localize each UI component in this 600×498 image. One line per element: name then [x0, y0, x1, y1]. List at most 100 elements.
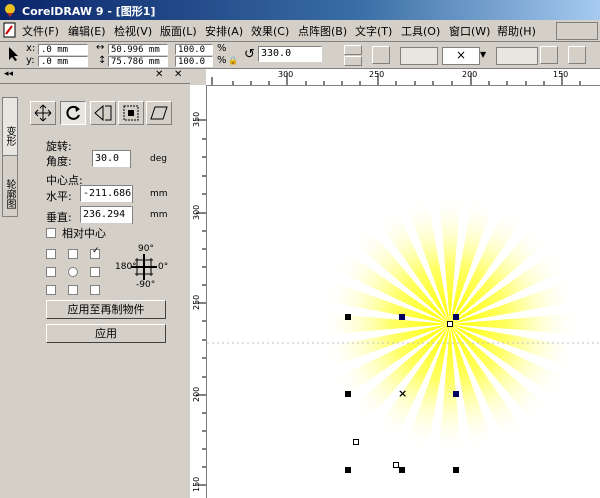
height-field[interactable]: 75.786 mm [108, 56, 168, 67]
tab-contour[interactable]: 轮廓图 [2, 155, 18, 217]
menu-arrange[interactable]: 安排(A) [205, 23, 243, 39]
horizontal-stepper[interactable] [132, 185, 145, 203]
horizontal-input[interactable]: -211.686 [80, 185, 132, 202]
document-icon[interactable] [3, 22, 17, 38]
horizontal-ruler[interactable]: 300 250 200 150 [206, 69, 600, 86]
selection-handle[interactable] [345, 391, 351, 397]
wrap-text-button[interactable] [568, 46, 586, 64]
outline-style-dropdown[interactable]: × [442, 47, 480, 65]
scale-y-field[interactable]: 100.0 [175, 56, 213, 67]
tab-contour-label: 轮廓图 [4, 179, 15, 209]
mirror-horizontal-button[interactable] [344, 45, 362, 55]
ruler-tick-200: 200 [462, 70, 478, 79]
width-arrow-icon: ↔ [96, 42, 105, 53]
menu-window[interactable]: 窗口(W) [449, 23, 490, 39]
convert-curves-button[interactable] [540, 46, 558, 64]
menu-file[interactable]: 文件(F) [22, 23, 59, 39]
angle-stepper[interactable] [130, 150, 143, 168]
deg-90-label: 90° [138, 244, 154, 254]
lock-ratio-icon[interactable]: 🔒 [228, 56, 238, 65]
ruler-tick-250: 250 [192, 294, 201, 310]
end-arrow-dropdown[interactable] [496, 47, 538, 65]
vertical-input[interactable]: 236.294 [80, 206, 132, 223]
menu-help[interactable]: 帮助(H) [497, 23, 536, 39]
horizontal-label: 水平: [46, 190, 72, 203]
ruler-tick-250: 250 [369, 70, 385, 79]
ungroup-button[interactable] [372, 46, 390, 64]
size-tab-button[interactable] [118, 101, 144, 125]
window-title: CorelDRAW 9 - [图形1] [22, 5, 156, 18]
menu-tools[interactable]: 工具(O) [401, 23, 440, 39]
mirror-vertical-button[interactable] [344, 56, 362, 66]
selection-handle[interactable] [453, 391, 459, 397]
window-controls[interactable] [556, 22, 598, 40]
ruler-tick-150: 150 [192, 476, 201, 492]
chevron-down-icon[interactable]: ▼ [480, 50, 486, 59]
center-marker-icon[interactable]: × [398, 387, 407, 400]
ruler-tick-350: 350 [192, 111, 201, 127]
angle-input[interactable]: 30.0 [92, 150, 132, 167]
property-bar: x: .0 mm y: .0 mm ↔ 50.996 mm ↕ 75.786 m… [0, 42, 600, 69]
percent-x-label: % [217, 43, 227, 54]
menu-text[interactable]: 文字(T) [355, 23, 392, 39]
rotation-dial[interactable]: 90° 180° 0° -90° [115, 244, 185, 294]
horizontal-unit: mm [150, 189, 168, 199]
sun-ray [320, 313, 450, 335]
rotation-center-handle[interactable] [447, 321, 453, 327]
selection-handle[interactable] [399, 467, 405, 473]
rotate-icon: ↺ [244, 47, 255, 62]
style-dropdown[interactable] [400, 47, 438, 65]
scale-x-field[interactable]: 100.0 [175, 44, 213, 55]
skew-tab-button[interactable] [146, 101, 172, 125]
transform-docker: ◂◂ ✕ ✕ 变形 轮廓图 旋转: 角度: 30.0 deg 中心点: 水平: … [0, 69, 191, 498]
ruler-tick-300: 300 [192, 204, 201, 220]
selection-handle[interactable] [399, 314, 405, 320]
x-position-field[interactable]: .0 mm [38, 44, 88, 55]
anchor-grid[interactable]: ✓ [46, 246, 110, 301]
height-arrow-icon: ↕ [98, 55, 107, 66]
title-bar: CorelDRAW 9 - [图形1] [0, 0, 600, 20]
selection-handle[interactable] [345, 314, 351, 320]
y-label: y: [26, 55, 35, 66]
tab-transform[interactable]: 变形 [2, 97, 18, 159]
apply-button[interactable]: 应用 [46, 324, 166, 343]
scale-mirror-tab-button[interactable] [90, 101, 116, 125]
ruler-tick-200: 200 [192, 386, 201, 402]
menu-bitmaps[interactable]: 点阵图(B) [298, 23, 347, 39]
x-label: x: [26, 43, 36, 54]
ruler-corner[interactable] [190, 69, 207, 86]
center-point-label: 中心点: [46, 174, 83, 187]
selection-handle[interactable] [453, 467, 459, 473]
deg-0-label: 0° [158, 262, 169, 272]
relative-center-checkbox[interactable] [46, 228, 56, 238]
drawing-canvas[interactable]: × [207, 86, 600, 498]
width-field[interactable]: 50.996 mm [108, 44, 168, 55]
sunburst-drawing[interactable] [207, 86, 600, 498]
menu-layout[interactable]: 版面(L) [160, 23, 197, 39]
apply-to-duplicate-button[interactable]: 应用至再制物件 [46, 300, 166, 319]
close-icon[interactable]: ✕ [174, 69, 182, 80]
collapse-icon[interactable]: ◂◂ [4, 69, 13, 79]
position-tab-button[interactable] [30, 101, 56, 125]
percent-y-label: % [217, 55, 227, 66]
rotation-angle-field[interactable]: 330.0 [258, 46, 322, 62]
menu-effects[interactable]: 效果(C) [251, 23, 289, 39]
menu-edit[interactable]: 编辑(E) [68, 23, 106, 39]
rotate-tab-button[interactable] [60, 101, 86, 125]
y-position-field[interactable]: .0 mm [38, 56, 88, 67]
node-handle[interactable] [353, 439, 359, 445]
menu-view[interactable]: 检视(V) [114, 23, 152, 39]
rotate-section-label: 旋转: [46, 140, 72, 153]
selection-handle[interactable] [345, 467, 351, 473]
vertical-ruler[interactable]: 350 300 250 200 150 [190, 85, 207, 498]
relative-center-label: 相对中心 [62, 227, 106, 240]
close-icon[interactable]: ✕ [155, 69, 163, 80]
angle-label: 角度: [46, 155, 72, 168]
deg-neg90-label: -90° [136, 280, 156, 290]
vertical-stepper[interactable] [132, 206, 145, 224]
ruler-tick-150: 150 [553, 70, 569, 79]
ruler-tick-300: 300 [278, 70, 294, 79]
selection-handle[interactable] [453, 314, 459, 320]
angle-unit: deg [150, 154, 167, 164]
pick-tool-icon[interactable] [6, 46, 20, 62]
